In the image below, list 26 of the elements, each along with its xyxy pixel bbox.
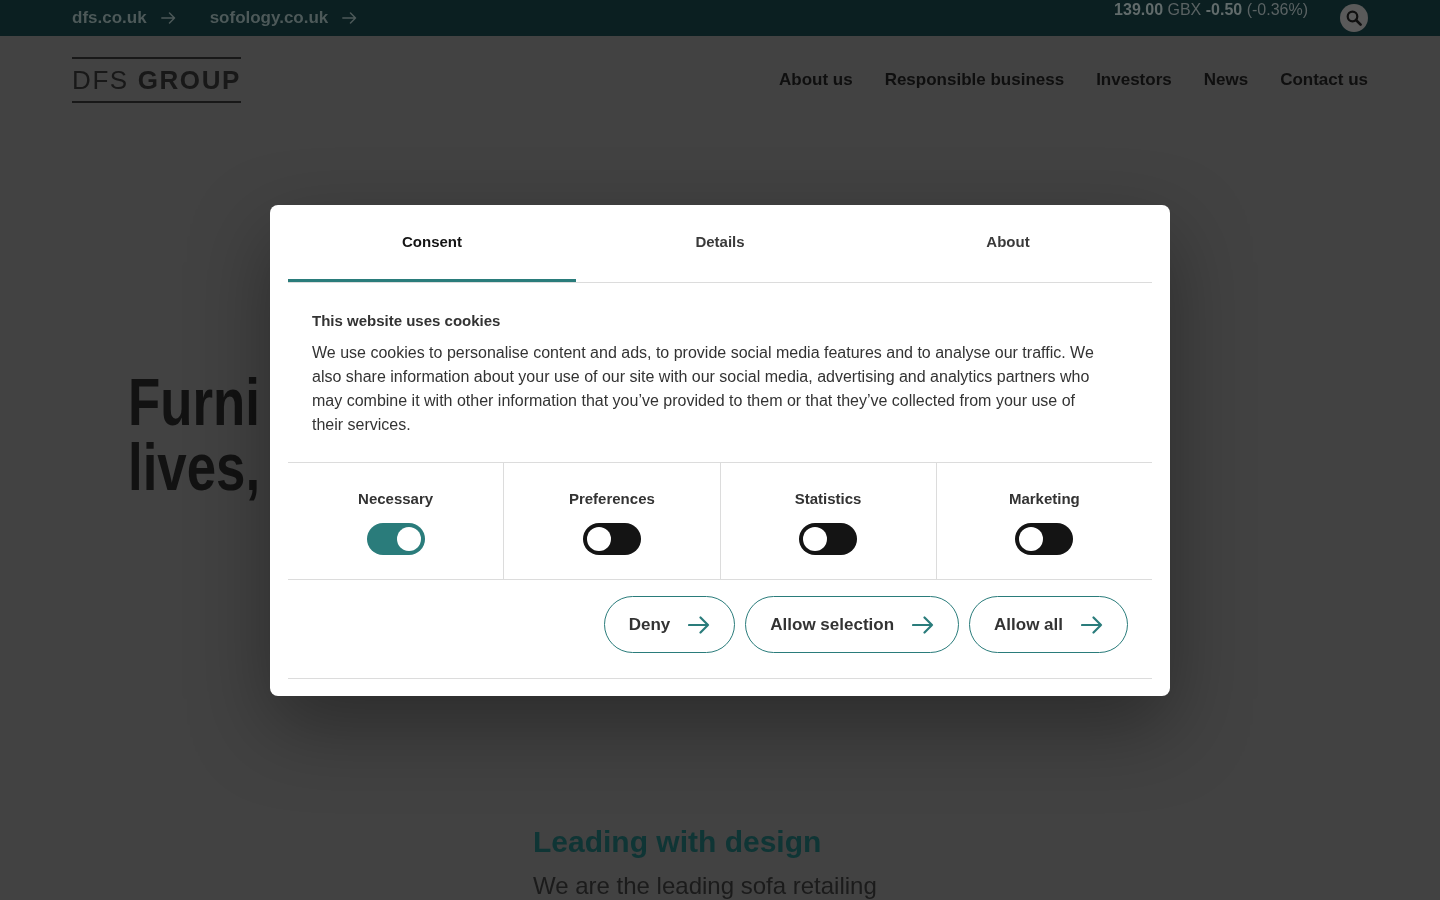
dialog-tab[interactable]: Details: [576, 205, 864, 282]
toggle-switch[interactable]: [582, 523, 641, 555]
arrow-icon: [912, 615, 935, 634]
site-link[interactable]: dfs.co.uk: [72, 5, 176, 31]
arrow-icon: [1081, 615, 1103, 634]
toggle-label: Necessary: [358, 489, 434, 509]
site-link[interactable]: sofology.co.uk: [209, 5, 358, 31]
toggle-switch[interactable]: [366, 523, 425, 555]
dialog-text: We use cookies to personalise content and ads, to provide social media features and to analyse our traffic. We also share information about your use of our site with our social media, advertising and analytics partners who may combine it with other information that you’ve provided to them or that they’ve collected from your use of their services.: [312, 343, 1095, 435]
arrow-icon: [160, 12, 176, 24]
share-price: 139.00 GBX -0.50 (-0.36%): [1114, 0, 1308, 19]
deny-button[interactable]: Deny: [603, 596, 736, 653]
toggle-switch[interactable]: [1015, 523, 1074, 555]
arrow-icon: [688, 615, 711, 634]
toggle-label: Statistics: [794, 489, 862, 509]
toggle-switch[interactable]: [799, 523, 858, 555]
allow-all-button[interactable]: Allow all: [969, 596, 1128, 653]
search-icon: [1346, 10, 1362, 26]
allow-selection-button[interactable]: Allow selection: [745, 596, 960, 653]
toggle-label: Marketing: [1008, 489, 1080, 509]
search-button[interactable]: [1340, 4, 1368, 32]
arrow-icon: [342, 12, 358, 24]
toggle-label: Preferences: [568, 489, 655, 509]
dialog-title: This website uses cookies: [312, 311, 502, 331]
dialog-tab[interactable]: About: [864, 205, 1152, 282]
dialog-tab[interactable]: Consent: [288, 205, 576, 282]
